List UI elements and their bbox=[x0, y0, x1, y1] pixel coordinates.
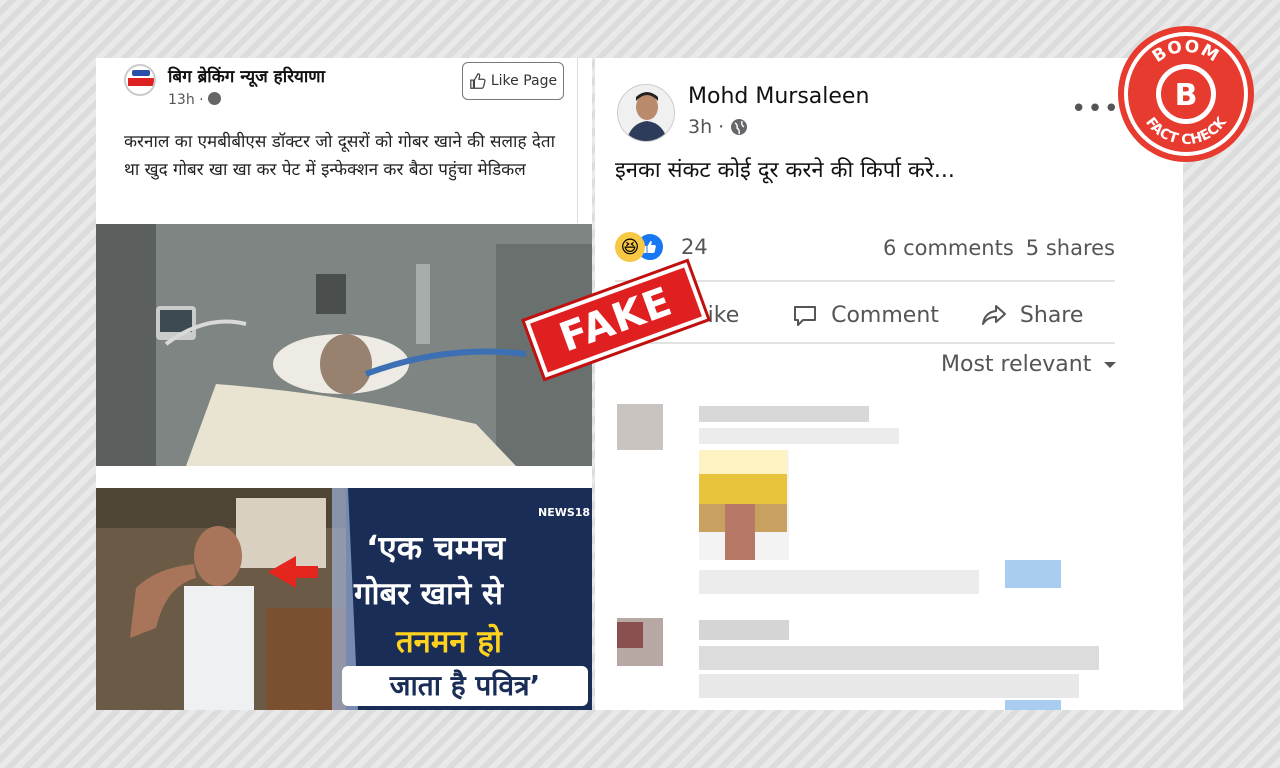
boom-fact-check-badge: B BOOM FACT CHECK bbox=[1118, 26, 1254, 162]
post-time-text: 13h · bbox=[168, 92, 204, 108]
page-logo bbox=[124, 64, 156, 96]
news-headline-line1: ‘एक चम्मच bbox=[366, 528, 506, 567]
image-gap bbox=[96, 466, 592, 488]
left-post-screenshot: बिग ब्रेकिंग न्यूज हरियाणा 13h · Like Pa… bbox=[96, 58, 592, 710]
author-avatar[interactable] bbox=[617, 84, 675, 142]
more-options-icon[interactable]: ••• bbox=[1071, 94, 1120, 124]
post-text: इनका संकट कोई दूर करने की किर्पा करे... bbox=[615, 158, 955, 183]
reactions-summary[interactable]: 😆 24 bbox=[615, 232, 708, 262]
news-channel-logo: NEWS18 bbox=[538, 506, 591, 519]
page-name[interactable]: बिग ब्रेकिंग न्यूज हरियाणा bbox=[168, 64, 325, 87]
post-caption: करनाल का एमबीबीएस डॉक्टर जो दूसरों को गो… bbox=[124, 132, 555, 180]
post-stats: 6 comments 5 shares bbox=[883, 236, 1115, 260]
post-time: 13h · bbox=[168, 92, 222, 108]
sort-label: Most relevant bbox=[941, 352, 1092, 377]
post-time-text: 3h · bbox=[688, 116, 725, 138]
comments-count[interactable]: 6 comments bbox=[883, 236, 1014, 260]
globe-icon bbox=[731, 119, 748, 135]
share-button[interactable]: Share bbox=[948, 301, 1115, 329]
haha-reaction-icon: 😆 bbox=[615, 232, 645, 262]
comment-icon bbox=[794, 306, 817, 326]
news-headline-line3: तनमन हो bbox=[396, 624, 502, 660]
left-post-header: बिग ब्रेकिंग न्यूज हरियाणा 13h · Like Pa… bbox=[96, 58, 578, 223]
comment-label: Comment bbox=[831, 302, 939, 328]
divider bbox=[615, 342, 1115, 344]
shares-count[interactable]: 5 shares bbox=[1026, 236, 1115, 260]
author-name[interactable]: Mohd Mursaleen bbox=[688, 84, 869, 109]
caret-down-icon bbox=[1104, 361, 1117, 368]
blurred-comments bbox=[615, 398, 1099, 710]
badge-letter: B bbox=[1175, 78, 1198, 113]
comment-sort-dropdown[interactable]: Most relevant bbox=[941, 352, 1117, 377]
thumbs-up-icon bbox=[470, 73, 486, 89]
like-page-label: Like Page bbox=[490, 73, 558, 89]
news-headline-line4: जाता है पवित्र’ bbox=[342, 666, 588, 706]
right-post: Mohd Mursaleen 3h · ••• इनका संकट कोई दू… bbox=[595, 58, 1183, 710]
news-headline-line2: गोबर खाने से bbox=[354, 576, 503, 612]
reaction-count: 24 bbox=[681, 235, 708, 259]
share-icon bbox=[981, 305, 1006, 325]
news-thumbnail: NEWS18 ‘एक चम्मच गोबर खाने से तनमन हो जा… bbox=[96, 488, 592, 710]
comment-button[interactable]: Comment bbox=[782, 301, 949, 329]
globe-icon bbox=[208, 92, 222, 105]
hospital-photo bbox=[96, 224, 592, 466]
like-page-button[interactable]: Like Page bbox=[462, 62, 564, 100]
share-label: Share bbox=[1019, 302, 1084, 328]
post-time: 3h · bbox=[688, 116, 748, 138]
